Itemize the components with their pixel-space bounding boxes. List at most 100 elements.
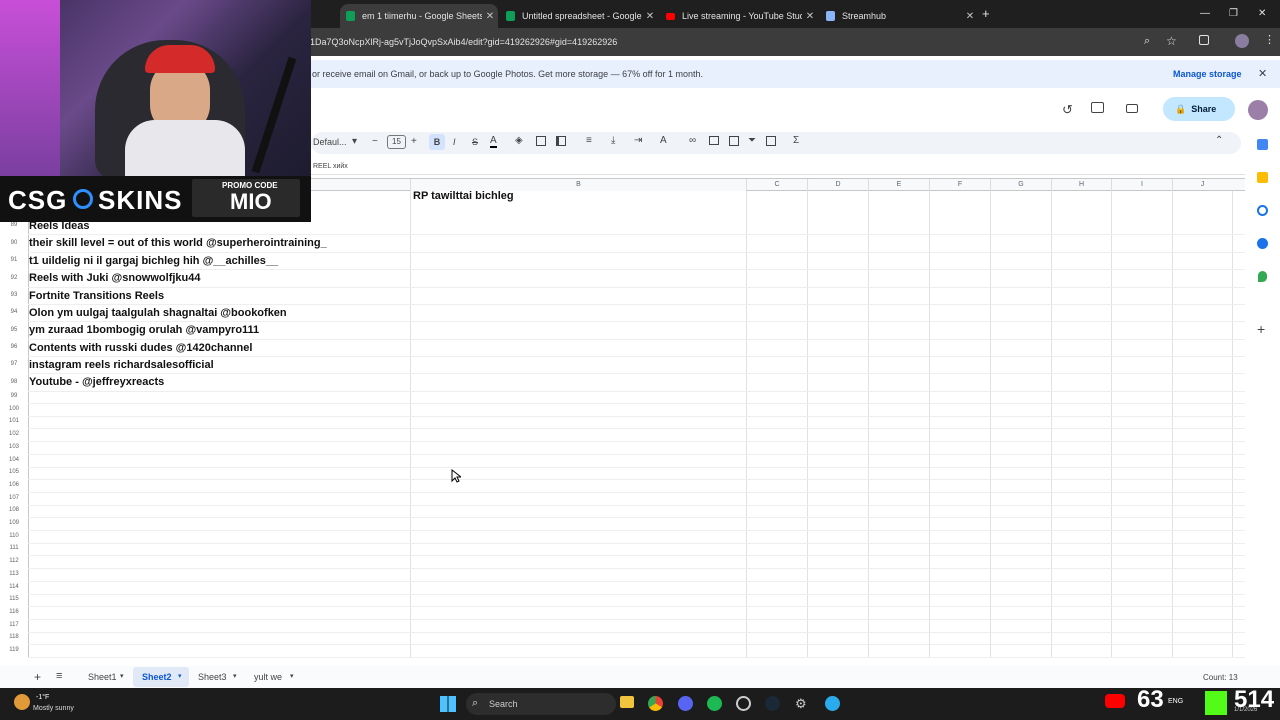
borders-icon[interactable] bbox=[536, 136, 546, 146]
browser-tab-untitled[interactable]: Untitled spreadsheet - Google S ✕ bbox=[500, 4, 658, 28]
font-size-input[interactable]: 15 bbox=[387, 135, 406, 149]
text-color-button[interactable]: A bbox=[490, 135, 497, 148]
insert-chart-icon[interactable] bbox=[729, 136, 739, 146]
cell-a98[interactable]: Youtube - @jeffreyxreacts bbox=[29, 376, 164, 388]
column-header-g[interactable]: G bbox=[990, 179, 1051, 191]
share-button[interactable]: 🔒 Share bbox=[1163, 97, 1235, 121]
comments-icon[interactable] bbox=[1091, 102, 1104, 113]
filter-views-icon[interactable] bbox=[766, 136, 776, 146]
row-number[interactable]: 118 bbox=[0, 634, 28, 640]
decrease-font-size-button[interactable]: − bbox=[372, 136, 378, 147]
functions-button[interactable]: Σ bbox=[793, 135, 799, 146]
telegram-icon[interactable] bbox=[825, 696, 840, 711]
version-history-icon[interactable]: ↺ bbox=[1062, 102, 1073, 118]
close-tab-icon[interactable]: ✕ bbox=[642, 11, 658, 22]
row-number[interactable]: 92 bbox=[0, 275, 28, 281]
steam-icon[interactable] bbox=[765, 696, 780, 711]
get-addons-icon[interactable]: + bbox=[1257, 321, 1265, 337]
row-number[interactable]: 93 bbox=[0, 292, 28, 298]
row-number[interactable]: 112 bbox=[0, 558, 28, 564]
chevron-down-icon[interactable]: ▾ bbox=[290, 672, 294, 680]
banner-close-icon[interactable]: ✕ bbox=[1258, 67, 1267, 80]
column-header-j[interactable]: J bbox=[1172, 179, 1232, 191]
column-header-h[interactable]: H bbox=[1051, 179, 1111, 191]
browser-menu-icon[interactable]: ⋮ bbox=[1264, 33, 1275, 46]
row-number[interactable]: 90 bbox=[0, 240, 28, 246]
row-number[interactable]: 109 bbox=[0, 520, 28, 526]
discord-icon[interactable] bbox=[678, 696, 693, 711]
vertical-align-icon[interactable]: ⤓ bbox=[611, 135, 615, 146]
column-header-d[interactable]: D bbox=[807, 179, 868, 191]
row-number[interactable]: 110 bbox=[0, 533, 28, 539]
row-number[interactable]: 111 bbox=[0, 545, 28, 551]
browser-tab-sheets[interactable]: em 1 tiimerhu - Google Sheets ✕ bbox=[340, 4, 498, 28]
row-number[interactable]: 113 bbox=[0, 571, 28, 577]
spotify-icon[interactable] bbox=[707, 696, 722, 711]
column-header-e[interactable]: E bbox=[868, 179, 929, 191]
row-number[interactable]: 102 bbox=[0, 431, 28, 437]
maps-icon[interactable] bbox=[1258, 271, 1267, 282]
status-count[interactable]: Count: 13 bbox=[1203, 673, 1238, 682]
chevron-down-icon[interactable]: ▾ bbox=[178, 672, 182, 680]
column-header-f[interactable]: F bbox=[929, 179, 990, 191]
minimize-icon[interactable]: — bbox=[1200, 8, 1210, 19]
sheet-tab-yult-we[interactable]: yult we bbox=[254, 672, 282, 682]
language-indicator[interactable]: ENG bbox=[1168, 698, 1183, 705]
row-number[interactable]: 98 bbox=[0, 379, 28, 385]
row-number[interactable]: 101 bbox=[0, 418, 28, 424]
row-number[interactable]: 114 bbox=[0, 584, 28, 590]
zoom-icon[interactable]: ⌕ bbox=[1144, 35, 1150, 48]
user-avatar[interactable] bbox=[1248, 100, 1268, 120]
collapse-menus-icon[interactable]: ⌃ bbox=[1215, 135, 1223, 146]
cell-a96[interactable]: Contents with russki dudes @1420channel bbox=[29, 342, 252, 354]
profile-avatar[interactable] bbox=[1235, 34, 1249, 48]
row-number[interactable]: 89 bbox=[0, 222, 28, 228]
window-close-icon[interactable]: ✕ bbox=[1258, 8, 1266, 19]
close-tab-icon[interactable]: ✕ bbox=[962, 11, 978, 22]
row-number[interactable]: 108 bbox=[0, 507, 28, 513]
cell-a92[interactable]: Reels with Juki @snowwolfjku44 bbox=[29, 272, 201, 284]
row-number[interactable]: 119 bbox=[0, 647, 28, 653]
row-number[interactable]: 99 bbox=[0, 393, 28, 399]
row-number[interactable]: 94 bbox=[0, 309, 28, 315]
browser-tab-youtube[interactable]: Live streaming - YouTube Studio ✕ bbox=[660, 4, 818, 28]
chevron-down-icon[interactable]: ▾ bbox=[120, 672, 124, 680]
row-number[interactable]: 105 bbox=[0, 469, 28, 475]
chrome-icon[interactable] bbox=[648, 696, 663, 711]
cell-a97[interactable]: instagram reels richardsalesofficial bbox=[29, 359, 214, 371]
contacts-icon[interactable] bbox=[1257, 238, 1268, 249]
manage-storage-link[interactable]: Manage storage bbox=[1173, 69, 1242, 79]
chevron-down-icon[interactable]: ▾ bbox=[352, 136, 357, 147]
cell-a91[interactable]: t1 uildelig ni il gargaj bichleg hih @__… bbox=[29, 255, 278, 267]
formula-bar[interactable]: REEL хийх bbox=[311, 160, 1245, 175]
row-number[interactable]: 107 bbox=[0, 495, 28, 501]
fill-color-icon[interactable]: ◈ bbox=[515, 135, 523, 146]
bold-button[interactable]: B bbox=[429, 134, 445, 150]
cell-a90[interactable]: their skill level = out of this world @s… bbox=[29, 237, 327, 249]
restore-icon[interactable]: ❐ bbox=[1229, 8, 1238, 19]
add-sheet-button[interactable]: + bbox=[34, 670, 41, 684]
insert-link-icon[interactable]: ∞ bbox=[689, 135, 696, 146]
row-number[interactable]: 104 bbox=[0, 457, 28, 463]
row-number[interactable]: 117 bbox=[0, 622, 28, 628]
cell-b-header[interactable]: RP tawilttai bichleg bbox=[413, 190, 514, 202]
file-explorer-icon[interactable] bbox=[620, 696, 634, 708]
obs-icon[interactable] bbox=[736, 696, 751, 711]
bookmark-star-icon[interactable]: ☆ bbox=[1166, 34, 1177, 48]
merge-cells-icon[interactable] bbox=[556, 136, 566, 146]
increase-font-size-button[interactable]: + bbox=[411, 136, 417, 147]
new-tab-button[interactable]: + bbox=[982, 6, 990, 21]
column-header-c[interactable]: C bbox=[746, 179, 807, 191]
taskbar-search[interactable]: ⌕ Search bbox=[466, 693, 616, 715]
chevron-down-icon[interactable]: ▾ bbox=[233, 672, 237, 680]
close-tab-icon[interactable]: ✕ bbox=[802, 11, 818, 22]
all-sheets-button[interactable]: ≡ bbox=[56, 670, 62, 682]
row-number[interactable]: 103 bbox=[0, 444, 28, 450]
text-rotation-icon[interactable]: A bbox=[660, 135, 667, 146]
row-number[interactable]: 115 bbox=[0, 596, 28, 602]
cell-a93[interactable]: Fortnite Transitions Reels bbox=[29, 290, 164, 302]
cell-a94[interactable]: Olon ym uulgaj taalgulah shagnaltai @boo… bbox=[29, 307, 287, 319]
row-number[interactable]: 116 bbox=[0, 609, 28, 615]
row-number[interactable]: 95 bbox=[0, 327, 28, 333]
browser-tab-streamhub[interactable]: Streamhub ✕ bbox=[820, 4, 978, 28]
